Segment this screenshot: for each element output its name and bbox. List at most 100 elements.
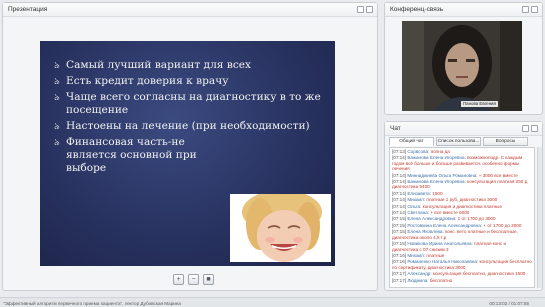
message-author: Елена Александровна: <box>407 216 457 222</box>
message-text: 1500 <box>432 190 443 196</box>
smiling-child-photo <box>230 194 331 262</box>
conference-header: Конференц-связь <box>385 3 542 17</box>
tab-general-chat[interactable]: Общий чат <box>389 137 434 146</box>
slide-bullet: ৯ Настоены на лечение (при необходимости) <box>54 120 310 132</box>
message-author: Новикова Ирина Анатольевна: <box>407 241 473 247</box>
chat-message: [07:14] Светлана: + все вместе 6000 <box>392 210 532 215</box>
message-author: Михаил: <box>407 252 426 258</box>
message-time: [07:17] <box>392 277 407 283</box>
message-author: Миннаджиева Ольга Романовна: <box>407 172 478 178</box>
message-author: Ольга: <box>407 203 422 209</box>
message-time: [07:15] <box>392 229 407 235</box>
chat-message: [07:14] Михаил: платные 1 руб, диагности… <box>392 197 532 202</box>
bullet-icon: ৯ <box>54 93 60 103</box>
message-author: Ростовкина Елена Александровна: <box>407 222 483 228</box>
chat-message: [07:17] Людмила: бесплатно <box>392 278 532 283</box>
bullet-icon: ৯ <box>54 138 60 148</box>
chat-message: [07:14] Бажанова Елена Игоревна: возможн… <box>392 155 532 171</box>
minimize-icon[interactable] <box>522 125 529 132</box>
message-author: Светлана: <box>407 210 430 216</box>
bullet-icon: ৯ <box>54 77 60 87</box>
message-author: Михаил: <box>407 197 426 203</box>
maximize-icon[interactable] <box>531 125 538 132</box>
zoom-in-icon[interactable]: + <box>173 274 184 285</box>
slide-bullet: ৯ Финансовая часть-не является основной п… <box>54 136 197 174</box>
zoom-out-icon[interactable]: − <box>188 274 199 285</box>
chat-message: [07:14] Бажанова Елена Игоревна: консуль… <box>392 179 532 190</box>
message-text: консультация и диагностика платные <box>422 203 503 209</box>
message-text: бесплатно <box>429 277 453 283</box>
message-text: платные <box>426 252 445 258</box>
child-image <box>230 194 331 262</box>
message-author: Елена Яковлева: <box>407 229 444 235</box>
message-time: [07:15] <box>392 216 407 222</box>
message-time: [07:14] <box>392 190 407 196</box>
message-author: Елизавета: <box>407 190 431 196</box>
tab-user-list[interactable]: Список пользова... <box>436 137 481 146</box>
webcam-image <box>402 21 522 111</box>
slide-bullet: ৯ Чаще всего согласны на диагностику в то… <box>54 91 321 116</box>
message-author: Бажанова Елена Игоревна: <box>407 155 466 161</box>
message-text: консультация бесплатно, диагностика 1500 <box>432 271 526 277</box>
presentation-header: Презентация <box>3 3 377 17</box>
message-author: Бажанова Елена Игоревна: <box>407 179 466 185</box>
chat-message: [07:16] Романенко Наталья Николаевна: ко… <box>392 259 532 270</box>
minimize-icon[interactable] <box>357 6 364 13</box>
message-time: [07:15] <box>392 241 407 247</box>
message-text: + от 1700 до 3000 <box>483 222 522 228</box>
message-author: Романенко Наталья Николаевна: <box>407 259 479 265</box>
message-text: + 3000 все вместе <box>478 172 518 178</box>
message-text: полна да <box>430 149 450 154</box>
chat-message: [07:15] Новикова Ирина Анатольевна: плат… <box>392 241 532 252</box>
presentation-toolbar: + − ■ <box>173 274 214 285</box>
message-time: [07:14] <box>392 210 407 216</box>
slide-bullet: ৯ Есть кредит доверия к врачу <box>54 75 229 87</box>
webcam-video: Панова Евгения <box>402 21 522 111</box>
conference-title: Конференц-связь <box>390 6 444 13</box>
chat-message: [07:17] Александр: консультация бесплатн… <box>392 271 532 276</box>
presentation-title: Презентация <box>8 6 48 13</box>
message-author: Александр: <box>407 271 432 277</box>
chat-message: [07:14] Елизавета: 1500 <box>392 191 532 196</box>
webinar-title-status: "Эффективный алгоритм первичного приема … <box>3 301 181 306</box>
message-time: [07:15] <box>392 222 407 228</box>
chat-title: Чат <box>390 125 401 132</box>
chat-tabs: Общий чат Список пользова... Вопросы <box>389 137 530 146</box>
maximize-icon[interactable] <box>366 6 373 13</box>
conference-panel: Конференц-связь Панова Евгения <box>384 2 543 115</box>
bullet-icon: ৯ <box>54 61 60 71</box>
maximize-icon[interactable] <box>531 6 538 13</box>
slide-bullet-list: ৯ Самый лучший вариант для всех ৯ Есть кре… <box>40 41 335 175</box>
message-text: + все вместе 6000 <box>430 210 470 216</box>
chat-scrollbar[interactable] <box>537 147 542 307</box>
message-time: [07:14] <box>392 172 407 178</box>
chat-message: [07:15] Елена Александровна: 1 от 1700 д… <box>392 216 532 221</box>
message-text: платные 1 руб, диагностика 3000 <box>426 197 498 203</box>
chat-message: [07:14] Ольга: консультация и диагностик… <box>392 204 532 209</box>
minimize-icon[interactable] <box>522 6 529 13</box>
message-time: [07:17] <box>392 271 407 277</box>
chat-header: Чат <box>385 122 542 136</box>
participant-name-tag: Панова Евгения <box>461 101 498 107</box>
message-author: Сорвсова: <box>407 149 430 154</box>
message-time: [07:16] <box>392 252 407 258</box>
bullet-icon: ৯ <box>54 122 60 132</box>
message-time: [07:16] <box>392 259 407 265</box>
status-bar: "Эффективный алгоритм первичного приема … <box>0 297 545 307</box>
playback-time: 00:13:02 / 01:07:55 <box>489 301 529 306</box>
chat-message: [07:14] Миннаджиева Ольга Романовна: + 3… <box>392 173 532 178</box>
tab-questions[interactable]: Вопросы <box>483 137 528 146</box>
chat-message-list[interactable]: [07:13] Сорвсова: полна да [07:14] Бажано… <box>389 147 535 288</box>
presentation-panel: Презентация ৯ Самый лучший вариант для вс… <box>2 2 378 291</box>
message-time: [07:14] <box>392 179 407 185</box>
chat-message: [07:15] Елена Яковлева: конс. вето платн… <box>392 229 532 240</box>
presentation-slide: ৯ Самый лучший вариант для всех ৯ Есть кре… <box>40 41 335 266</box>
message-time: [07:14] <box>392 155 407 161</box>
message-author: Людмила: <box>407 277 429 283</box>
chat-message: [07:16] Михаил: платные <box>392 253 532 258</box>
message-text: 1 от 1700 до 3000 <box>457 216 496 222</box>
slide-bullet: ৯ Самый лучший вариант для всех <box>54 59 251 71</box>
save-icon[interactable]: ■ <box>203 274 214 285</box>
chat-panel: Чат Общий чат Список пользова... Вопросы… <box>384 121 543 307</box>
message-time: [07:13] <box>392 149 407 154</box>
